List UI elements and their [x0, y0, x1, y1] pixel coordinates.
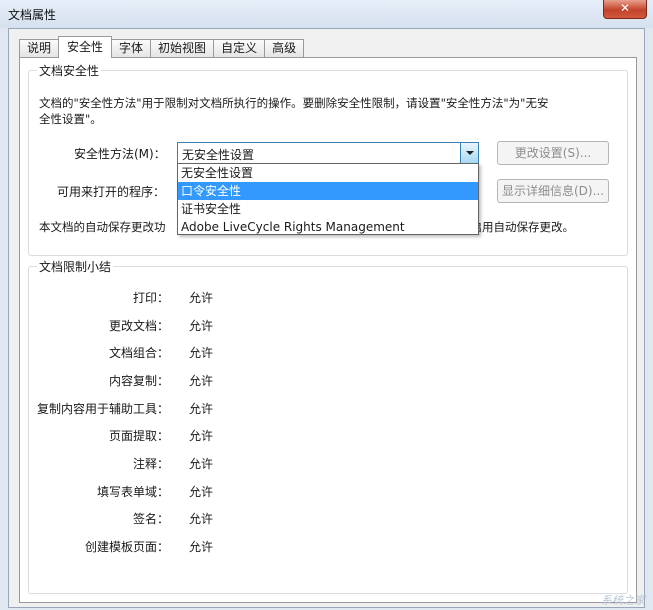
close-icon: ✕ [619, 1, 631, 15]
option-certificate-security[interactable]: 证书安全性 [178, 200, 478, 218]
restriction-label: 签名： [132, 512, 169, 526]
restriction-value: 允许 [189, 540, 214, 554]
open-with-label: 可用来打开的程序： [57, 185, 166, 199]
watermark: 系统之家 [601, 594, 645, 607]
restriction-value: 允许 [189, 485, 214, 499]
restriction-label: 创建模板页面： [84, 540, 169, 554]
tab-strip: 说明 安全性 字体 初始视图 自定义 高级 [19, 36, 305, 58]
title-bar: 文档属性 ✕ [0, 0, 653, 28]
security-method-value: 无安全性设置 [182, 148, 255, 162]
restriction-row: 注释： 允许 [29, 455, 329, 475]
restriction-row: 复制内容用于辅助工具： 允许 [29, 400, 329, 420]
restriction-label: 复制内容用于辅助工具： [36, 402, 169, 416]
restrictions-summary-group: 文档限制小结 打印： 允许 更改文档： 允许 文档组合： 允许 内容复制： 允许… [28, 258, 628, 594]
autosave-text-start: 本文档的自动保存更改功 [39, 220, 166, 234]
security-tab-panel: 文档安全性 文档的"安全性方法"用于限制对文档所执行的操作。要删除安全性限制，请… [19, 57, 637, 603]
restriction-label: 文档组合： [108, 346, 169, 360]
restriction-label: 打印： [132, 291, 169, 305]
restriction-value: 允许 [189, 374, 214, 388]
restriction-label: 内容复制： [108, 374, 169, 388]
security-method-dropdown: 无安全性设置 口令安全性 证书安全性 Adobe LiveCycle Right… [177, 163, 479, 235]
restriction-value: 允许 [189, 319, 214, 333]
restriction-label: 填写表单域： [96, 485, 169, 499]
restriction-label: 更改文档： [108, 319, 169, 333]
restriction-row: 创建模板页面： 允许 [29, 538, 329, 558]
restriction-row: 更改文档： 允许 [29, 317, 329, 337]
restriction-row: 页面提取： 允许 [29, 427, 329, 447]
restriction-label: 注释： [132, 457, 169, 471]
restriction-row: 文档组合： 允许 [29, 344, 329, 364]
chevron-down-icon[interactable] [460, 143, 478, 163]
option-password-security[interactable]: 口令安全性 [178, 182, 478, 200]
tab-fonts[interactable]: 字体 [111, 39, 152, 58]
window-title: 文档属性 [8, 8, 57, 22]
restriction-value: 允许 [189, 457, 214, 471]
document-security-group: 文档安全性 文档的"安全性方法"用于限制对文档所执行的操作。要删除安全性限制，请… [28, 62, 628, 256]
security-description: 文档的"安全性方法"用于限制对文档所执行的操作。要删除安全性限制，请设置"安全性… [39, 96, 549, 126]
show-details-button[interactable]: 显示详细信息(D)... [497, 179, 609, 203]
security-method-select[interactable]: 无安全性设置 [177, 142, 479, 164]
change-settings-button[interactable]: 更改设置(S)... [497, 141, 609, 165]
tab-advanced[interactable]: 高级 [264, 39, 305, 58]
restriction-row: 填写表单域： 允许 [29, 483, 329, 503]
close-button[interactable]: ✕ [603, 0, 647, 19]
restriction-row: 内容复制： 允许 [29, 372, 329, 392]
document-security-title: 文档安全性 [37, 62, 102, 79]
option-no-security[interactable]: 无安全性设置 [178, 164, 478, 182]
dialog-body: 说明 安全性 字体 初始视图 自定义 高级 文档安全性 文档的"安全性方法"用于… [8, 28, 645, 608]
tab-custom[interactable]: 自定义 [213, 39, 266, 58]
tab-security[interactable]: 安全性 [58, 36, 113, 58]
option-livecycle-rights[interactable]: Adobe LiveCycle Rights Management [178, 218, 478, 236]
restriction-value: 允许 [189, 402, 214, 416]
restriction-value: 允许 [189, 291, 214, 305]
restriction-label: 页面提取： [108, 429, 169, 443]
security-method-label: 安全性方法(M)： [74, 147, 166, 161]
restriction-value: 允许 [189, 429, 214, 443]
restriction-value: 允许 [189, 512, 214, 526]
restriction-value: 允许 [189, 346, 214, 360]
restrictions-summary-title: 文档限制小结 [37, 258, 114, 275]
tab-initial-view[interactable]: 初始视图 [150, 39, 215, 58]
tab-description[interactable]: 说明 [19, 39, 60, 58]
restriction-row: 打印： 允许 [29, 289, 329, 309]
restriction-row: 签名： 允许 [29, 510, 329, 530]
